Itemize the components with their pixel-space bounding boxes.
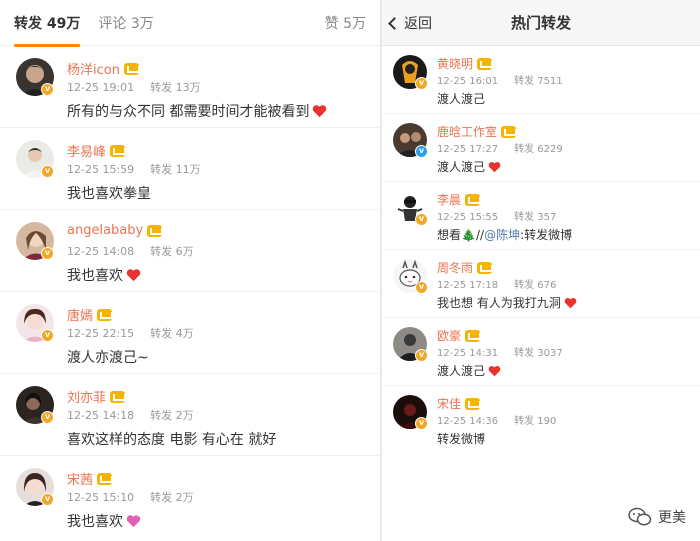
mention-link[interactable]: @陈坤 [484, 226, 520, 243]
repost-text: 所有的与众不同 都需要时间才能被看到 [67, 101, 327, 121]
repost-text: 渡人亦渡己~ [67, 350, 149, 366]
username[interactable]: 唐嫣 [67, 305, 114, 324]
verified-badge-icon: v [415, 417, 428, 430]
heart-emoji-icon [564, 297, 577, 308]
username[interactable]: 李易峰 [67, 141, 127, 160]
reposts-panel: 转发 49万 评论 3万 赞 5万 v 杨洋icon 12-25 19:01 转发… [0, 0, 380, 541]
post-meta: 12-25 17:27 转发 6229 [437, 144, 563, 155]
list-item[interactable]: v 欧豪 12-25 14:31 转发 3037 渡人渡己 [382, 318, 700, 386]
list-item[interactable]: v 黄晓明 12-25 16:01 转发 7511 渡人渡己 [382, 46, 700, 114]
wechat-icon [628, 507, 652, 526]
repost-text: 渡人渡己 [437, 362, 501, 379]
username[interactable]: 宋佳 [437, 395, 482, 412]
username[interactable]: 刘亦菲 [67, 387, 127, 406]
vip-crown-icon [501, 125, 518, 138]
username[interactable]: 鹿晗工作室 [437, 123, 518, 140]
repost-text: 我也喜欢 [67, 511, 141, 531]
repost-text: 渡人渡己 [437, 158, 501, 175]
username[interactable]: angelababy [67, 223, 164, 238]
post-meta: 12-25 15:55 转发 357 [437, 212, 557, 223]
vip-crown-icon [97, 308, 114, 321]
username[interactable]: 黄晓明 [437, 55, 494, 72]
repost-text: 我也喜欢拳皇 [67, 186, 151, 202]
list-item[interactable]: v 宋佳 12-25 14:36 转发 190 转发微博 [382, 386, 700, 454]
hot-reposts-panel: 返回 热门转发 v 黄晓明 12-25 16:01 转发 7511 渡人渡己 v … [382, 0, 700, 541]
username[interactable]: 周冬雨 [437, 259, 494, 276]
verified-badge-icon: v [415, 77, 428, 90]
verified-badge-icon: v [41, 247, 54, 260]
vip-crown-icon [97, 472, 114, 485]
list-item[interactable]: v 宋茜 12-25 15:10 转发 2万 我也喜欢 [0, 456, 380, 538]
post-meta: 12-25 15:59 转发 11万 [67, 163, 201, 176]
back-button[interactable]: 返回 [388, 13, 432, 33]
vip-crown-icon [465, 397, 482, 410]
username[interactable]: 李晨 [437, 191, 482, 208]
verified-badge-icon: v [41, 329, 54, 342]
username[interactable]: 欧豪 [437, 327, 482, 344]
vip-crown-icon [147, 224, 164, 237]
verified-badge-icon: v [41, 165, 54, 178]
list-item[interactable]: v 唐嫣 12-25 22:15 转发 4万 渡人亦渡己~ [0, 292, 380, 374]
vip-crown-icon [477, 57, 494, 70]
heart-emoji-icon [313, 105, 327, 118]
repost-text: 转发微博 [437, 432, 486, 446]
verified-badge-icon: v [415, 145, 428, 158]
vip-crown-icon [465, 193, 482, 206]
tab-reposts[interactable]: 转发 49万 [14, 13, 81, 47]
pink-heart-emoji-icon [126, 515, 141, 528]
tab-likes[interactable]: 赞 5万 [325, 13, 366, 33]
verified-badge-icon: v [41, 83, 54, 96]
tab-bar: 转发 49万 评论 3万 赞 5万 [0, 0, 380, 47]
verified-badge-icon: v [415, 349, 428, 362]
heart-emoji-icon [126, 269, 141, 282]
nav-header: 返回 热门转发 [382, 0, 700, 46]
post-meta: 12-25 22:15 转发 4万 [67, 327, 194, 340]
verified-badge-icon: v [415, 213, 428, 226]
heart-emoji-icon [488, 161, 501, 172]
list-item[interactable]: v angelababy 12-25 14:08 转发 6万 我也喜欢 [0, 210, 380, 292]
repost-text: 想看 🎄 //@陈坤:转发微博 [437, 226, 573, 243]
verified-badge-icon: v [415, 281, 428, 294]
list-item[interactable]: v 鹿晗工作室 12-25 17:27 转发 6229 渡人渡己 [382, 114, 700, 182]
list-item[interactable]: v 刘亦菲 12-25 14:18 转发 2万 喜欢这样的态度 电影 有心在 就好 [0, 374, 380, 456]
post-meta: 12-25 14:18 转发 2万 [67, 409, 194, 422]
post-meta: 12-25 15:10 转发 2万 [67, 491, 194, 504]
vip-crown-icon [465, 329, 482, 342]
username[interactable]: 杨洋icon [67, 59, 140, 78]
post-meta: 12-25 14:31 转发 3037 [437, 348, 563, 359]
post-meta: 12-25 14:36 转发 190 [437, 416, 557, 427]
verified-badge-icon: v [41, 411, 54, 424]
post-meta: 12-25 14:08 转发 6万 [67, 245, 194, 258]
post-meta: 12-25 19:01 转发 13万 [67, 81, 201, 94]
post-meta: 12-25 16:01 转发 7511 [437, 76, 563, 87]
chevron-left-icon [388, 17, 401, 30]
watermark: 更美 [628, 507, 686, 527]
page-title: 热门转发 [510, 14, 571, 32]
vip-crown-icon [477, 261, 494, 274]
christmas-tree-emoji-icon: 🎄 [461, 227, 476, 242]
repost-text: 我也想 有人为我打九洞 [437, 294, 577, 311]
list-item[interactable]: v 周冬雨 12-25 17:18 转发 676 我也想 有人为我打九洞 [382, 250, 700, 318]
vip-crown-icon [123, 62, 140, 75]
repost-text: 我也喜欢 [67, 265, 141, 285]
vip-crown-icon [110, 390, 127, 403]
list-item[interactable]: v 杨洋icon 12-25 19:01 转发 13万 所有的与众不同 都需要时间… [0, 46, 380, 128]
post-meta: 12-25 17:18 转发 676 [437, 280, 557, 291]
repost-text: 渡人渡己 [437, 92, 486, 106]
repost-text: 喜欢这样的态度 电影 有心在 就好 [67, 432, 277, 448]
tab-comments[interactable]: 评论 3万 [98, 13, 153, 33]
username[interactable]: 宋茜 [67, 469, 114, 488]
heart-emoji-icon [488, 365, 501, 376]
vip-crown-icon [110, 144, 127, 157]
list-item[interactable]: v 李晨 12-25 15:55 转发 357 想看 🎄 //@陈坤:转发微博 [382, 182, 700, 250]
list-item[interactable]: v 李易峰 12-25 15:59 转发 11万 我也喜欢拳皇 [0, 128, 380, 210]
verified-badge-icon: v [41, 493, 54, 506]
